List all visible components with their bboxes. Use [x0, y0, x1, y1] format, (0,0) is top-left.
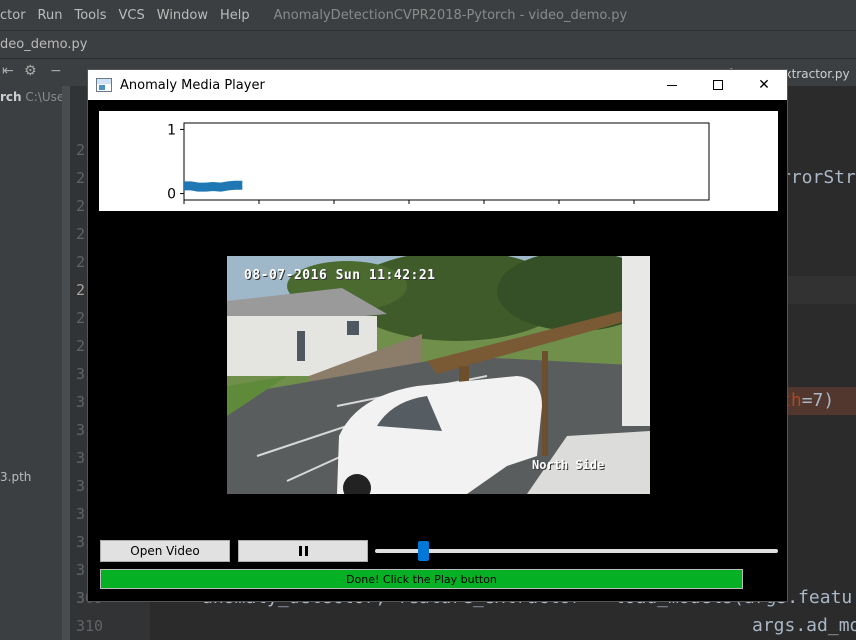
line-number: 3	[76, 393, 86, 411]
video-timestamp-overlay: 08-07-2016 Sun 11:42:21	[244, 268, 436, 283]
code-fragment: rrorStr	[780, 167, 856, 188]
window-title: Anomaly Media Player	[120, 77, 265, 93]
video-display: 08-07-2016 Sun 11:42:21 North Side	[227, 256, 650, 494]
y-tick-label: 1	[167, 122, 176, 138]
menu-help[interactable]: Help	[220, 8, 250, 23]
y-tick-label: 0	[167, 187, 176, 203]
video-camera-label: North Side	[532, 458, 605, 472]
minimize-icon	[667, 84, 677, 86]
line-number: 2	[76, 225, 86, 243]
line-number: 2	[76, 141, 86, 159]
close-button[interactable]: ✕	[741, 70, 787, 100]
line-number: 2	[76, 253, 86, 271]
chart-svg: 01	[167, 122, 710, 204]
ide-window-title: AnomalyDetectionCVPR2018-Pytorch - video…	[273, 7, 628, 23]
code-line-310: args.ad_mo	[752, 615, 856, 636]
ide-breadcrumb: deo_demo.py	[0, 30, 856, 58]
slider-handle[interactable]	[418, 541, 429, 561]
slider-groove	[375, 549, 778, 553]
line-number: 3	[76, 449, 86, 467]
project-panel: rch C:\Users\ 3.pth	[0, 86, 80, 640]
line-number: 3	[76, 477, 86, 495]
menu-run[interactable]: Run	[38, 8, 63, 23]
ide-menubar: ctor Run Tools VCS Window Help AnomalyDe…	[0, 0, 856, 30]
hide-icon[interactable]: −	[50, 63, 62, 79]
gear-icon[interactable]: ⚙	[24, 63, 37, 79]
line-number: 2	[76, 309, 86, 327]
pause-button[interactable]	[238, 540, 368, 562]
video-position-slider[interactable]	[375, 540, 778, 562]
line-number-310: 310	[76, 617, 104, 635]
media-player-window: Anomaly Media Player ✕ 01 08-07-2016 Sun…	[87, 69, 788, 602]
menu-refactor[interactable]: ctor	[0, 8, 26, 23]
maximize-button[interactable]	[695, 70, 741, 100]
maximize-icon	[713, 80, 723, 90]
menu-vcs[interactable]: VCS	[119, 8, 145, 23]
line-number: 3	[76, 421, 86, 439]
close-icon: ✕	[758, 77, 770, 93]
anomaly-score-chart: 01	[99, 111, 778, 211]
line-number: 2	[76, 337, 86, 355]
open-video-button[interactable]: Open Video	[100, 540, 230, 562]
app-window-icon	[96, 78, 112, 92]
project-file[interactable]: 3.pth	[0, 470, 31, 484]
line-number: 3	[76, 365, 86, 383]
window-titlebar[interactable]: Anomaly Media Player ✕	[88, 70, 787, 100]
code-fragment: th=7)	[780, 390, 835, 411]
line-number: 2	[76, 169, 86, 187]
line-number: 3	[76, 561, 86, 579]
menu-tools[interactable]: Tools	[74, 8, 106, 23]
line-number: 3	[76, 533, 86, 551]
chart-axes-frame	[183, 122, 710, 201]
project-scrollbar[interactable]	[62, 86, 70, 640]
collapse-icon[interactable]: ⇤	[2, 63, 14, 79]
minimize-button[interactable]	[649, 70, 695, 100]
menu-window[interactable]: Window	[157, 8, 208, 23]
pause-icon	[298, 546, 308, 556]
series-line	[184, 180, 243, 192]
line-number: 3	[76, 505, 86, 523]
breadcrumb-file[interactable]: deo_demo.py	[0, 37, 87, 52]
line-number: 2	[76, 197, 86, 215]
status-progress-bar: Done! Click the Play button	[100, 569, 743, 589]
line-number: 2	[76, 281, 86, 299]
